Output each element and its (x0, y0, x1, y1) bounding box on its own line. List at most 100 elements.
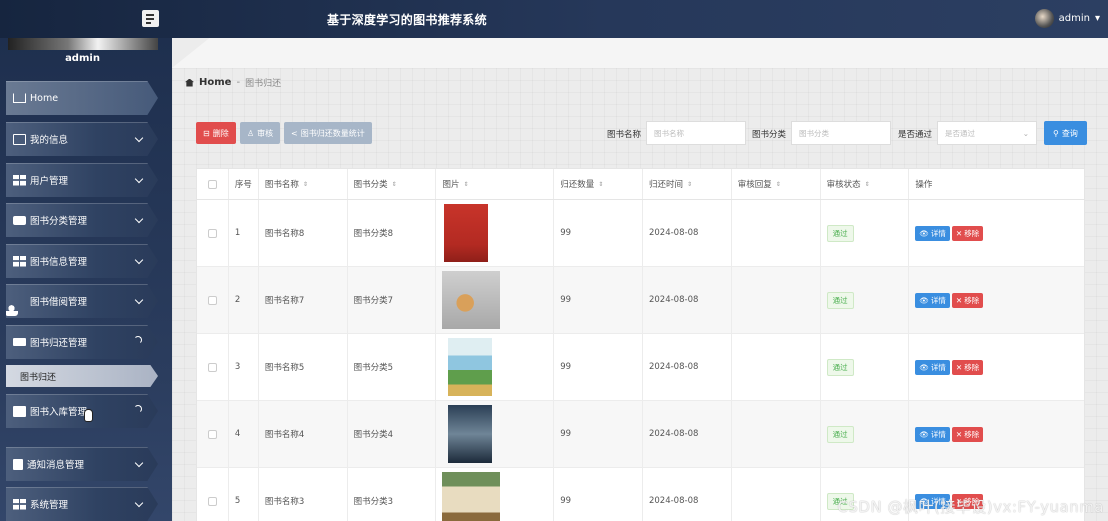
document-icon (13, 458, 23, 470)
col-status[interactable]: 审核状态 ⇕ (821, 169, 910, 199)
book-cover-image[interactable] (444, 204, 489, 262)
home-icon (13, 93, 26, 103)
chevron-down-icon (134, 133, 144, 143)
sidebar: admin Home 我的信息 用户管理 图书分类管理 图书信息管理 图书借阅管… (0, 38, 172, 521)
sidebar-item-label: Home (30, 92, 59, 104)
col-actions: 操作 (915, 180, 933, 190)
remove-button[interactable]: ✕ 移除 (951, 225, 984, 241)
sidebar-item-book-stock[interactable]: 图书入库管理 (6, 394, 158, 428)
detail-button[interactable]: 👁 详情 (915, 359, 950, 375)
filter-label-book-name: 图书名称 (607, 130, 642, 140)
chevron-down-icon (134, 214, 144, 224)
sidebar-item-system[interactable]: 系统管理 (6, 487, 158, 521)
col-name[interactable]: 图书名称 ⇕ (259, 169, 348, 199)
share-icon: < (291, 128, 298, 138)
app-title: 基于深度学习的图书推荐系统 (327, 13, 487, 27)
grid-icon (13, 174, 26, 186)
content-header (172, 38, 1108, 68)
main-content: Home - 图书归还 ⊟ 删除 ♙ 审核 < 图书归还数量统计 图书名称 图书名称 … (172, 68, 1108, 521)
col-category[interactable]: 图书分类 ⇕ (348, 169, 437, 199)
delete-icon: ⊟ (203, 128, 210, 138)
sidebar-item-label: 我的信息 (30, 135, 69, 146)
col-date[interactable]: 归还时间 ⇕ (643, 169, 732, 199)
sort-icon: ⇕ (687, 180, 693, 188)
sidebar-item-label: 图书入库管理 (30, 407, 88, 418)
sidebar-item-label: 用户管理 (30, 176, 69, 187)
sidebar-item-users[interactable]: 用户管理 (6, 163, 158, 197)
select-all-checkbox[interactable] (207, 179, 217, 189)
home-icon (185, 78, 194, 87)
sidebar-item-label: 图书归还管理 (30, 338, 88, 349)
approved-select[interactable]: 是否通过 ⌄ (937, 121, 1037, 145)
sidebar-item-book-info[interactable]: 图书信息管理 (6, 244, 158, 278)
top-bar: 基于深度学习的图书推荐系统 admin ▾ (0, 0, 1108, 38)
grid-icon (13, 255, 26, 267)
remove-button[interactable]: ✕ 移除 (951, 359, 984, 375)
sort-icon: ⇕ (775, 180, 781, 188)
sidebar-item-my-info[interactable]: 我的信息 (6, 122, 158, 156)
admin-name: admin (65, 53, 100, 64)
sidebar-item-home[interactable]: Home (6, 81, 158, 115)
row-checkbox[interactable] (207, 362, 217, 372)
sidebar-item-notifications[interactable]: 通知消息管理 (6, 447, 158, 481)
search-icon: ⚲ (1053, 128, 1059, 138)
chevron-down-icon (134, 295, 144, 305)
sidebar-item-book-category[interactable]: 图书分类管理 (6, 203, 158, 237)
status-badge: 通过 (826, 224, 854, 242)
col-no: 序号 (229, 169, 259, 199)
loading-icon (134, 405, 142, 413)
row-checkbox[interactable] (207, 429, 217, 439)
chevron-down-icon (134, 458, 144, 468)
sidebar-item-label: 图书分类管理 (30, 216, 88, 227)
row-checkbox[interactable] (207, 496, 217, 506)
loading-icon (134, 336, 142, 344)
sidebar-item-label: 图书信息管理 (30, 257, 88, 268)
audit-button[interactable]: ♙ 审核 (240, 122, 281, 144)
table-header: 序号 图书名称 ⇕ 图书分类 ⇕ 图片 ⇕ 归还数量 ⇕ 归还时间 ⇕ 审核回复 ⇕ 审核状… (197, 169, 1084, 200)
filter-label-book-category: 图书分类 (752, 130, 787, 140)
sidebar-item-label: 通知消息管理 (27, 460, 85, 471)
menu-toggle-icon[interactable] (142, 10, 159, 27)
sort-icon: ⇕ (864, 180, 870, 188)
detail-button[interactable]: 👁 详情 (915, 225, 950, 241)
return-stats-button[interactable]: < 图书归还数量统计 (284, 122, 372, 144)
col-qty[interactable]: 归还数量 ⇕ (554, 169, 643, 199)
row-checkbox[interactable] (207, 295, 217, 305)
user-icon (6, 304, 18, 316)
username: admin (1058, 13, 1090, 24)
sort-icon: ⇕ (463, 180, 469, 188)
profile-icon (13, 133, 26, 145)
col-image[interactable]: 图片 ⇕ (436, 169, 555, 199)
filter-label-approved: 是否通过 (898, 130, 933, 140)
sidebar-item-label: 图书借阅管理 (30, 297, 88, 308)
sidebar-item-book-return[interactable]: 图书归还管理 (6, 325, 158, 359)
remove-button[interactable]: ✕ 移除 (951, 426, 984, 442)
row-checkbox[interactable] (207, 228, 217, 238)
chevron-down-icon (134, 255, 144, 265)
remove-button[interactable]: ✕ 移除 (951, 292, 984, 308)
sort-icon: ⇕ (598, 180, 604, 188)
book-cover-image[interactable] (448, 338, 493, 396)
status-badge: 通过 (826, 358, 854, 376)
sidebar-subitem-book-return[interactable]: 图书归还 (6, 365, 158, 387)
search-button[interactable]: ⚲ 查询 (1044, 121, 1087, 145)
detail-button[interactable]: 👁 详情 (915, 292, 950, 308)
sidebar-item-book-borrow[interactable]: 图书借阅管理 (6, 284, 158, 318)
sort-icon: ⇕ (391, 180, 397, 188)
col-reply[interactable]: 审核回复 ⇕ (732, 169, 821, 199)
breadcrumb-home[interactable]: Home (199, 77, 231, 88)
book-category-input[interactable]: 图书分类 (791, 121, 891, 145)
detail-button[interactable]: 👁 详情 (915, 426, 950, 442)
admin-photo (8, 38, 158, 50)
user-icon: ♙ (247, 128, 255, 138)
book-cover-image[interactable] (442, 472, 501, 521)
user-menu[interactable]: admin ▾ (1034, 9, 1100, 28)
table-row: 3 图书名称5 图书分类5 99 2024-08-08 通过 👁 详情 ✕ 移除 (197, 334, 1084, 401)
book-name-input[interactable]: 图书名称 (646, 121, 746, 145)
status-badge: 通过 (826, 425, 854, 443)
table-row: 2 图书名称7 图书分类7 99 2024-08-08 通过 👁 详情 ✕ 移除 (197, 267, 1084, 334)
book-cover-image[interactable] (448, 405, 493, 463)
caret-down-icon: ▾ (1094, 13, 1100, 24)
delete-button[interactable]: ⊟ 删除 (196, 122, 236, 144)
book-cover-image[interactable] (442, 271, 501, 329)
